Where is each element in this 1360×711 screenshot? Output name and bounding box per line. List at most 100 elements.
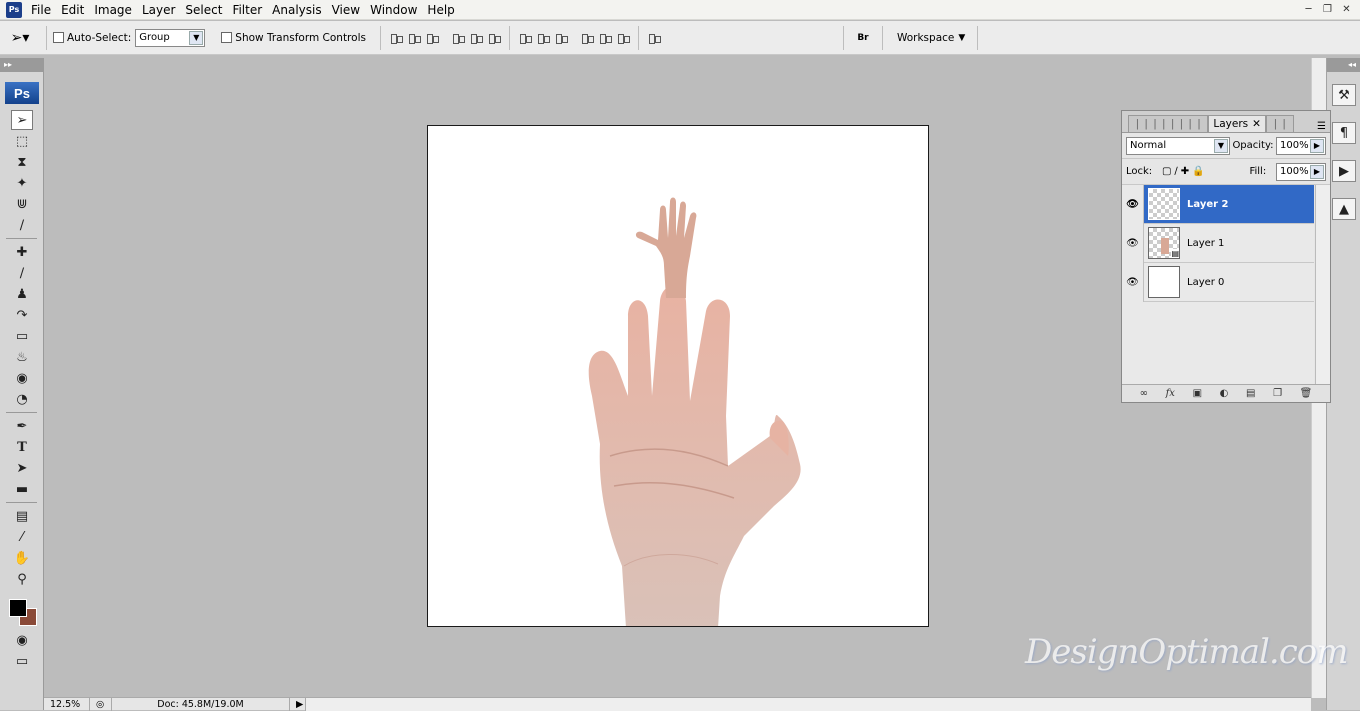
menu-window[interactable]: Window bbox=[365, 0, 422, 20]
distribute-top-icon[interactable] bbox=[518, 31, 532, 45]
crop-tool-icon[interactable]: ⋓ bbox=[11, 194, 33, 214]
visibility-eye-icon[interactable]: 👁 bbox=[1122, 262, 1144, 302]
visibility-eye-icon[interactable]: 👁 bbox=[1122, 184, 1144, 224]
blend-row: Normal ▼ Opacity: 100% ▶ bbox=[1122, 133, 1330, 159]
auto-select-checkbox[interactable]: Auto-Select: bbox=[53, 32, 131, 44]
path-selection-tool-icon[interactable]: ➤ bbox=[11, 458, 33, 478]
workspace-button[interactable]: Workspace ▼ bbox=[897, 32, 965, 44]
fill-field[interactable]: 100% ▶ bbox=[1276, 162, 1326, 181]
rectangle-tool-icon[interactable]: ▬ bbox=[11, 479, 33, 499]
tab-layers[interactable]: Layers ✕ bbox=[1208, 115, 1266, 132]
move-tool-icon[interactable]: ➢ bbox=[11, 110, 33, 130]
layer-thumbnail: ▤ bbox=[1148, 227, 1180, 259]
collapsed-tab[interactable]: ❘❘ bbox=[1265, 115, 1294, 132]
zoom-tool-icon[interactable]: ⚲ bbox=[11, 569, 33, 589]
paragraph-icon[interactable]: ¶ bbox=[1332, 122, 1356, 144]
zoom-level[interactable]: 12.5% bbox=[44, 697, 90, 711]
distribute-left-icon[interactable] bbox=[580, 31, 594, 45]
dock-collapse-icon[interactable]: ◂◂ bbox=[1327, 58, 1360, 72]
close-icon[interactable]: ✕ bbox=[1252, 118, 1261, 130]
distribute-horizontal-center-icon[interactable] bbox=[598, 31, 612, 45]
restore-icon[interactable]: ❐ bbox=[1320, 2, 1335, 16]
layers-scrollbar[interactable] bbox=[1315, 185, 1330, 385]
foreground-color-swatch[interactable] bbox=[9, 599, 27, 617]
pen-tool-icon[interactable]: ✒ bbox=[11, 416, 33, 436]
align-top-icon[interactable] bbox=[389, 31, 403, 45]
notes-tool-icon[interactable]: ▤ bbox=[11, 506, 33, 526]
healing-brush-tool-icon[interactable]: ✚ bbox=[11, 242, 33, 262]
align-vertical-center-icon[interactable] bbox=[407, 31, 421, 45]
layer-style-icon[interactable]: fx bbox=[1166, 388, 1175, 399]
photoshop-app-icon[interactable]: Ps bbox=[6, 1, 22, 18]
magic-wand-tool-icon[interactable]: ✦ bbox=[11, 173, 33, 193]
status-info-icon[interactable]: ◎ bbox=[90, 697, 112, 711]
menu-layer[interactable]: Layer bbox=[137, 0, 180, 20]
menu-filter[interactable]: Filter bbox=[227, 0, 267, 20]
tool-presets-icon[interactable]: ⚒ bbox=[1332, 84, 1356, 106]
panel-menu-icon[interactable]: ☰ bbox=[1317, 121, 1326, 132]
screen-mode-icon[interactable]: ▭ bbox=[11, 651, 33, 671]
new-group-icon[interactable]: ▤ bbox=[1246, 388, 1255, 399]
align-right-icon[interactable] bbox=[487, 31, 501, 45]
divider bbox=[881, 25, 883, 50]
minimize-icon[interactable]: ─ bbox=[1301, 2, 1316, 16]
opacity-field[interactable]: 100% ▶ bbox=[1275, 136, 1326, 155]
distribute-vertical-center-icon[interactable] bbox=[536, 31, 550, 45]
layer-name[interactable]: Layer 1 bbox=[1187, 238, 1224, 249]
paint-bucket-tool-icon[interactable]: ♨ bbox=[11, 347, 33, 367]
menu-image[interactable]: Image bbox=[89, 0, 137, 20]
history-brush-tool-icon[interactable]: ↷ bbox=[11, 305, 33, 325]
layer-row[interactable]: 👁 ▤ Layer 1 bbox=[1122, 223, 1314, 263]
close-icon[interactable]: ✕ bbox=[1339, 2, 1354, 16]
menu-file[interactable]: File bbox=[26, 0, 56, 20]
delete-layer-icon[interactable]: 🗑 bbox=[1300, 388, 1313, 399]
panel-collapse-icon[interactable]: ▸▸ bbox=[0, 58, 43, 72]
move-tool-preset-icon[interactable]: ➢▾ bbox=[0, 30, 40, 46]
slice-tool-icon[interactable]: ∕ bbox=[11, 215, 33, 235]
layer-row[interactable]: 👁 Layer 0 bbox=[1122, 262, 1314, 302]
auto-select-dropdown[interactable]: Group ▼ bbox=[135, 28, 206, 47]
show-transform-checkbox[interactable]: Show Transform Controls bbox=[221, 32, 366, 44]
bridge-icon[interactable]: Br bbox=[850, 28, 876, 48]
menu-analysis[interactable]: Analysis bbox=[267, 0, 326, 20]
layer-name[interactable]: Layer 0 bbox=[1187, 277, 1224, 288]
actions-icon[interactable]: ▶ bbox=[1332, 160, 1356, 182]
opacity-label: Opacity: bbox=[1232, 140, 1274, 151]
visibility-eye-icon[interactable]: 👁 bbox=[1122, 223, 1144, 263]
menu-view[interactable]: View bbox=[327, 0, 365, 20]
auto-align-layers-icon[interactable] bbox=[647, 31, 661, 45]
eyedropper-tool-icon[interactable]: ⁄ bbox=[11, 527, 33, 547]
lasso-tool-icon[interactable]: ⧗ bbox=[11, 152, 33, 172]
color-swatches bbox=[0, 595, 43, 629]
add-mask-icon[interactable]: ▣ bbox=[1193, 388, 1202, 399]
collapsed-tab[interactable]: ❘❘❘❘❘❘❘❘ bbox=[1128, 115, 1209, 132]
align-bottom-icon[interactable] bbox=[425, 31, 439, 45]
dodge-tool-icon[interactable]: ◔ bbox=[11, 389, 33, 409]
blur-tool-icon[interactable]: ◉ bbox=[11, 368, 33, 388]
quick-mask-icon[interactable]: ◉ bbox=[11, 630, 33, 650]
brush-tool-icon[interactable]: ∕ bbox=[11, 263, 33, 283]
distribute-right-icon[interactable] bbox=[616, 31, 630, 45]
clone-stamp-tool-icon[interactable]: ♟ bbox=[11, 284, 33, 304]
type-tool-icon[interactable]: T bbox=[11, 437, 33, 457]
histogram-icon[interactable]: ▲ bbox=[1332, 198, 1356, 220]
menu-help[interactable]: Help bbox=[422, 0, 459, 20]
distribute-bottom-icon[interactable] bbox=[554, 31, 568, 45]
link-layers-icon[interactable]: ∞ bbox=[1140, 388, 1148, 399]
menu-edit[interactable]: Edit bbox=[56, 0, 89, 20]
adjustment-layer-icon[interactable]: ◐ bbox=[1220, 388, 1229, 399]
align-left-icon[interactable] bbox=[451, 31, 465, 45]
hand-tool-icon[interactable]: ✋ bbox=[11, 548, 33, 568]
canvas-horizontal-scrollbar[interactable] bbox=[306, 697, 1311, 711]
align-horizontal-center-icon[interactable] bbox=[469, 31, 483, 45]
lock-icons[interactable]: ▢∕✚🔒 bbox=[1162, 166, 1208, 177]
menu-select[interactable]: Select bbox=[180, 0, 227, 20]
marquee-tool-icon[interactable]: ⬚ bbox=[11, 131, 33, 151]
status-menu-arrow-icon[interactable]: ▶ bbox=[290, 697, 306, 711]
document-canvas[interactable] bbox=[427, 125, 929, 627]
layer-name[interactable]: Layer 2 bbox=[1187, 199, 1228, 210]
new-layer-icon[interactable]: ❐ bbox=[1273, 388, 1282, 399]
blend-mode-dropdown[interactable]: Normal ▼ bbox=[1126, 136, 1230, 155]
eraser-tool-icon[interactable]: ▭ bbox=[11, 326, 33, 346]
layer-row[interactable]: 👁 Layer 2 bbox=[1122, 184, 1314, 224]
